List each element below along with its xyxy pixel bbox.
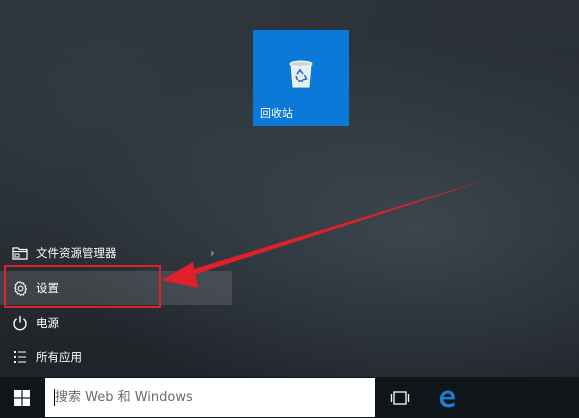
folder-explorer-icon [11,244,29,262]
search-box[interactable] [45,378,375,417]
start-item-power[interactable]: 电源 [0,306,232,340]
gear-icon [11,279,29,297]
start-item-all-apps[interactable]: 所有应用 [0,340,232,374]
recycle-bin-icon [289,60,313,88]
start-item-file-explorer[interactable]: 文件资源管理器 › [0,236,232,270]
task-view-button[interactable] [386,377,414,418]
power-icon [11,314,29,332]
edge-button[interactable] [432,377,462,418]
task-view-icon [390,390,410,405]
recycle-bin-tile[interactable]: 回收站 [253,30,349,126]
chevron-right-icon[interactable]: › [210,247,214,260]
list-icon [11,348,29,366]
start-button[interactable] [0,377,44,418]
start-item-label: 设置 [36,281,59,295]
start-item-label: 电源 [36,316,59,330]
desktop: 回收站 文件资源管理器 › 设置 电源 所有应用 搜索 Web 和 Window… [0,0,579,418]
start-item-label: 文件资源管理器 [36,246,117,260]
windows-logo-icon [14,389,30,406]
edge-browser-icon [439,389,455,407]
start-item-settings[interactable]: 设置 [0,271,232,305]
search-input[interactable] [55,378,365,417]
recycle-bin-label: 回收站 [260,107,293,120]
start-item-label: 所有应用 [36,350,82,364]
taskbar [0,377,579,418]
start-menu: 文件资源管理器 › 设置 电源 所有应用 [0,236,232,376]
